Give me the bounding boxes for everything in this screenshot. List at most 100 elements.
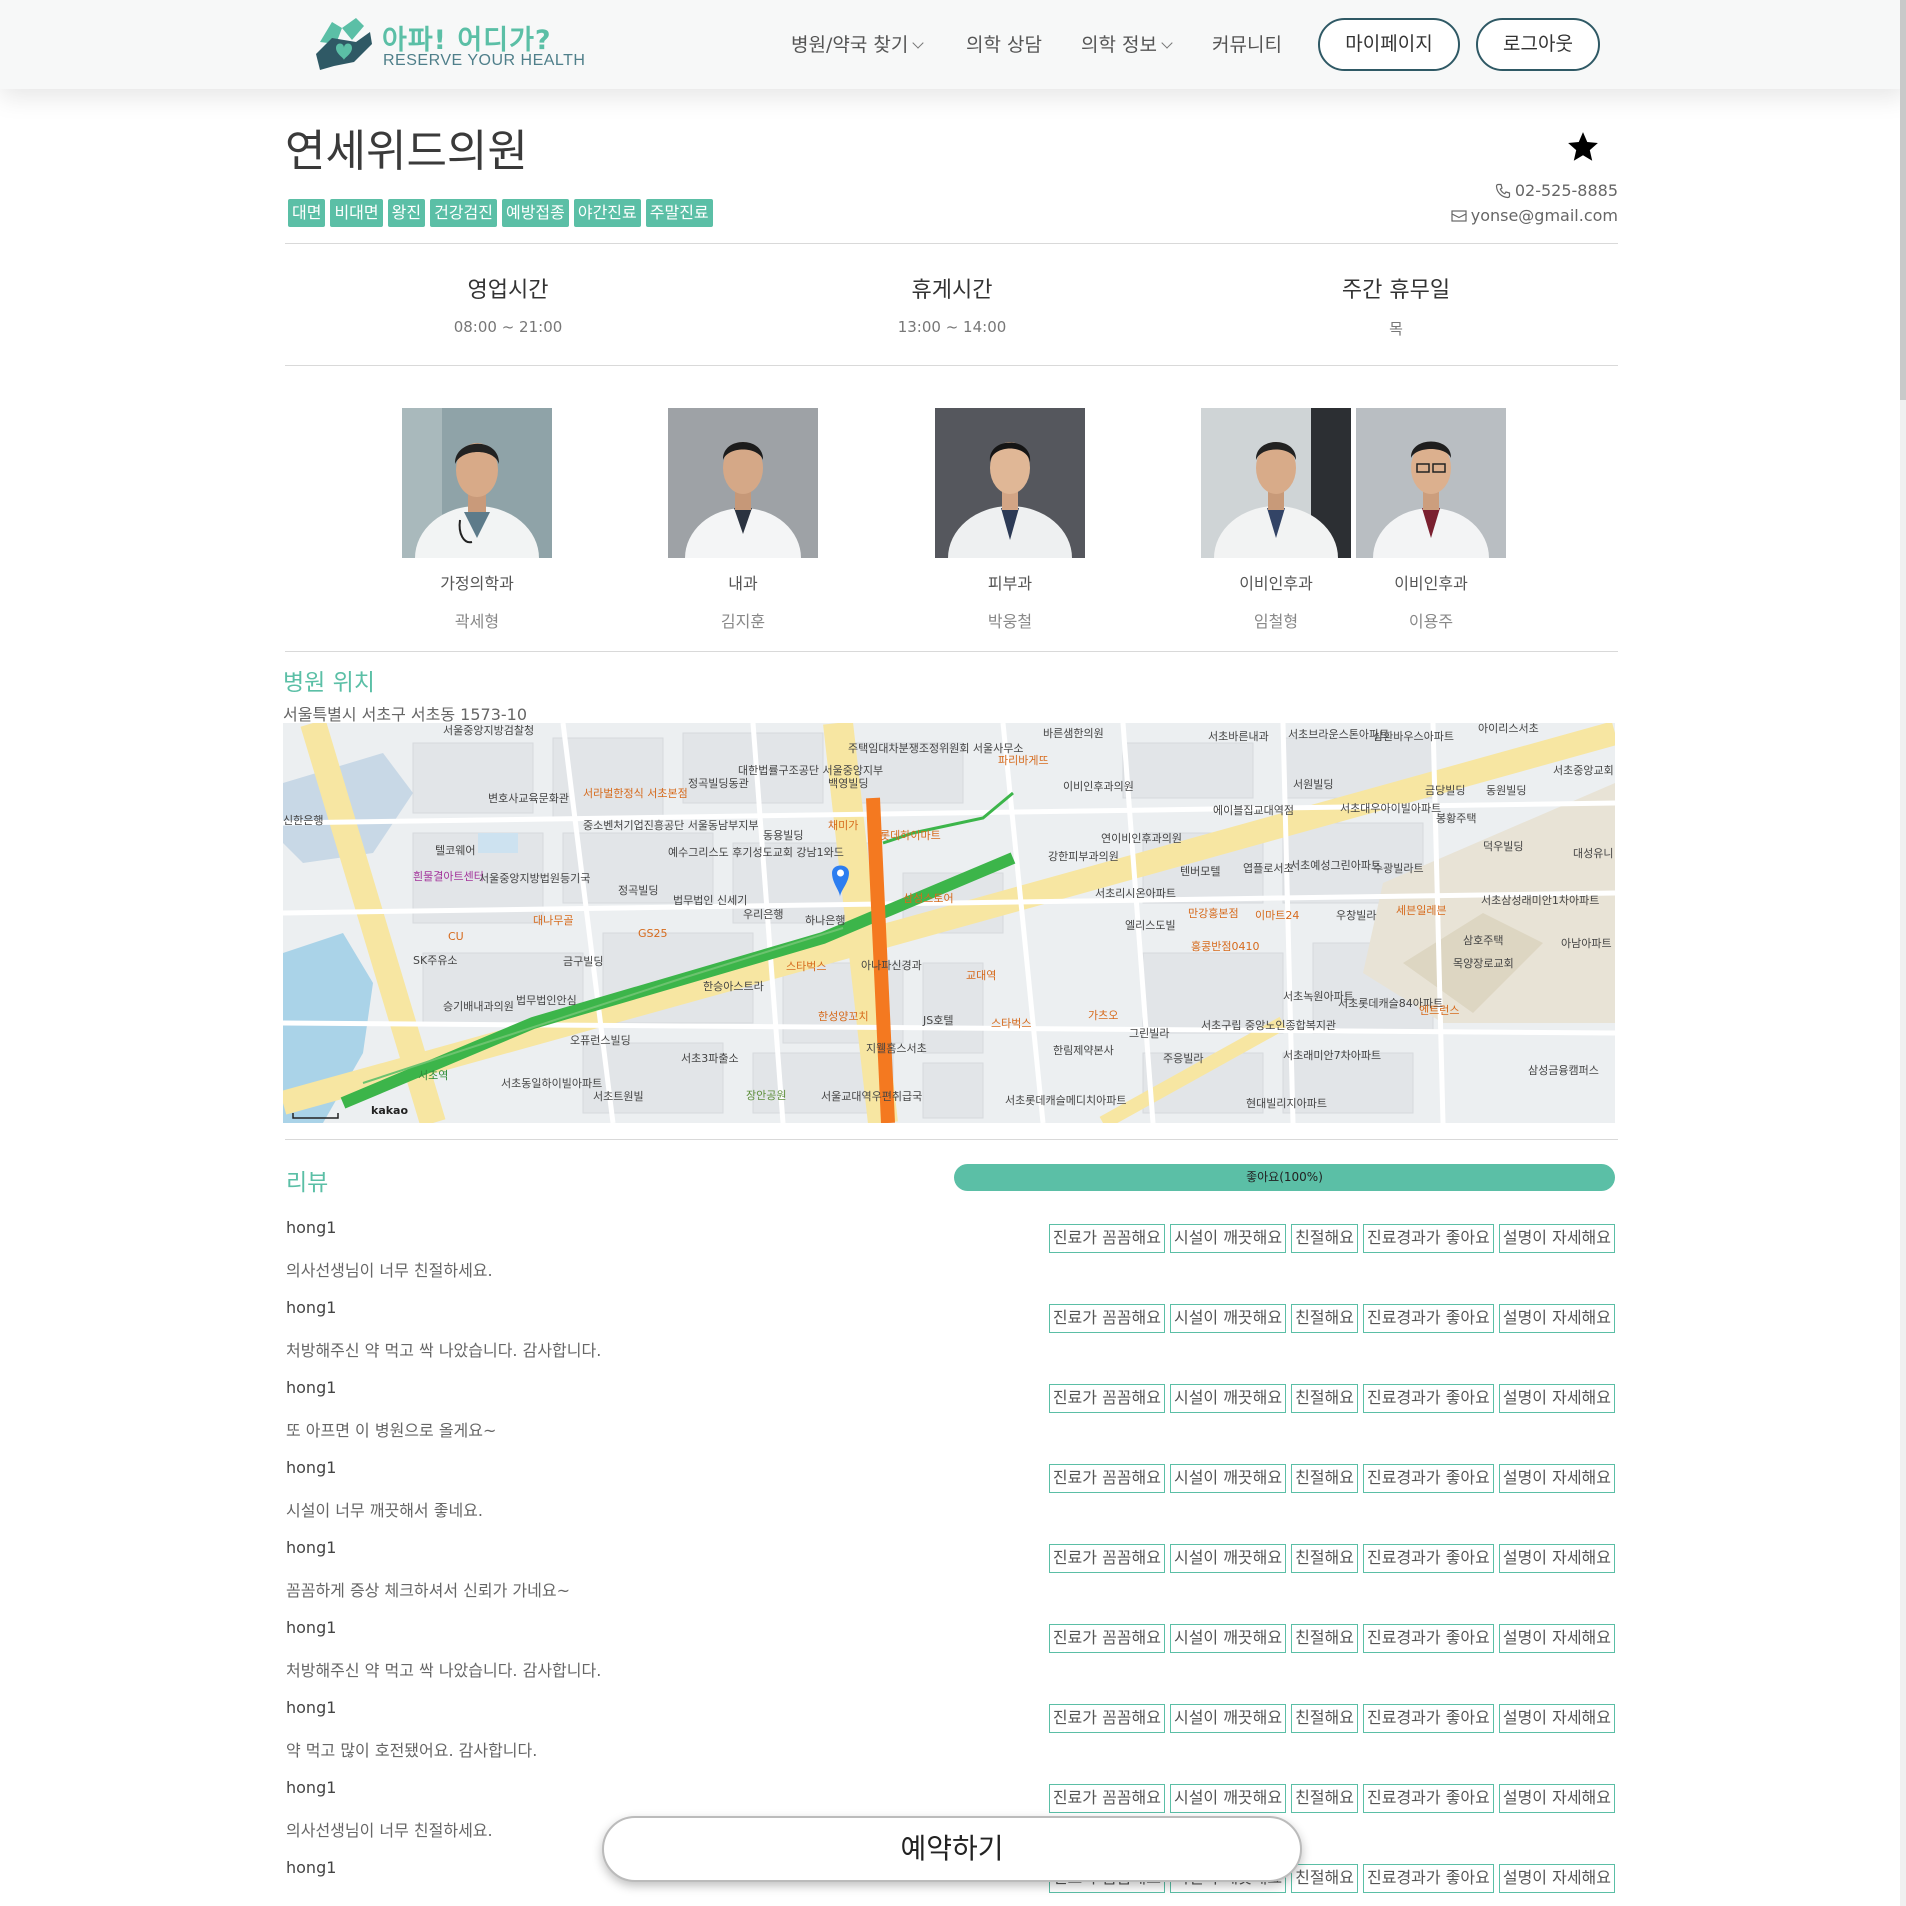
map-poi-label: 서울중앙지방법원등기국 [479,872,591,885]
map-poi-label: 금당빌딩 [1425,784,1466,797]
review-text: 꼼꼼하게 증상 체크하셔서 신뢰가 가네요~ [286,1581,570,1600]
doctor-name: 이용주 [1408,612,1454,631]
map-poi-label: 아남아파트 [1561,937,1612,950]
map-poi-label: 덕우빌딩 [1483,840,1524,853]
map-poi-label: 서초대우아이빌아파트 [1340,802,1442,815]
review-keyword-chip: 설명이 자세해요 [1498,1704,1615,1733]
site-logo[interactable]: 아파! 어디가? RESERVE YOUR HEALTH [312,14,585,76]
review-keyword-chip: 진료경과가 좋아요 [1363,1384,1494,1413]
map-poi-label: 백영빌딩 [828,777,869,790]
map-poi-label: 서초역 [418,1069,449,1082]
divider [285,365,1618,366]
map-poi-label: 한성양꼬치 [818,1010,869,1023]
doctor-card[interactable]: 이비인후과 임철형 [1201,408,1351,632]
review-keyword-chip: 진료가 꼼꼼해요 [1048,1544,1165,1573]
map-poi-label: 채미가 [828,819,859,832]
map-poi-label: 삼호주택 [1463,934,1504,947]
map-poi-label: 서초구립 중앙노인종합복지관 [1201,1019,1337,1032]
chevron-down-icon [1161,37,1173,49]
map-poi-label: 서초3파출소 [681,1052,739,1065]
nav-find-hospital[interactable]: 병원/약국 찾기 [791,30,924,57]
tag-vaccination: 예방접종 [501,199,569,227]
scrollbar-track[interactable] [1900,0,1906,1906]
star-icon[interactable] [1566,130,1600,164]
tag-checkup: 건강검진 [430,199,497,227]
review-keyword-chip: 친절해요 [1291,1864,1358,1893]
map-poi-label: 삼성스토어 [903,892,954,905]
review-keyword-chip: 시설이 깨끗해요 [1169,1624,1287,1653]
tag-night-care: 야간진료 [573,199,641,227]
map-poi-label: 우리은행 [743,908,784,921]
doctor-card[interactable]: 가정의학과 곽세형 [402,408,552,632]
review-keyword-chip: 설명이 자세해요 [1498,1384,1615,1413]
review-keyword-chip: 설명이 자세해요 [1498,1464,1615,1493]
review-keyword-chip: 친절해요 [1291,1224,1358,1253]
location-title: 병원 위치 [283,670,375,696]
map-poi-label: GS25 [638,927,668,940]
map-poi-label: 신한은행 [283,814,324,827]
review-text: 또 아프면 이 병원으로 올게요~ [286,1421,497,1440]
map-poi-label: 서초동일하이빌아파트 [501,1077,603,1090]
map-poi-label: 가츠오 [1088,1009,1119,1022]
scrollbar-thumb[interactable] [1900,0,1906,400]
review-keyword-chip: 시설이 깨끗해요 [1169,1384,1287,1413]
location-map[interactable]: 서울중앙지방검찰청 변호사교육문화관 서라벌한정식 서초본점 중소벤처기업진흥공… [283,723,1615,1123]
review-keyword-chip: 진료가 꼼꼼해요 [1048,1624,1165,1653]
map-poi-label: 롯데하이마트 [880,829,941,842]
review-keyword-chip: 시설이 깨끗해요 [1169,1544,1287,1573]
doctor-name: 박웅철 [987,612,1033,631]
reserve-button[interactable]: 예약하기 [602,1816,1302,1882]
doctor-card[interactable]: 내과 김지훈 [668,408,818,632]
review-user: hong1 [286,1458,337,1477]
review-keyword-chip: 진료경과가 좋아요 [1363,1304,1494,1333]
review-keyword-chip: 친절해요 [1291,1464,1358,1493]
tag-in-person: 대면 [288,199,326,227]
mypage-button[interactable]: 마이페이지 [1318,18,1460,71]
map-poi-label: 서라벌한정식 서초본점 [583,787,688,800]
break-time-title: 휴게시간 [911,278,993,303]
review-keyword-chip: 설명이 자세해요 [1498,1784,1615,1813]
nav-medical-consult[interactable]: 의학 상담 [966,30,1042,57]
map-poi-label: 그린빌라 [1129,1027,1170,1040]
map-poi-label: 동원빌딩 [1486,784,1527,797]
review-keyword-chips: 진료가 꼼꼼해요시설이 깨끗해요친절해요진료경과가 좋아요설명이 자세해요 [1048,1784,1615,1813]
review-user: hong1 [286,1218,337,1237]
review-user: hong1 [286,1618,337,1637]
map-poi-label: 주응빌라 [1163,1052,1204,1065]
map-poi-label: 서초삼성래미안1차아파트 [1481,894,1600,907]
divider [285,651,1618,652]
review-keyword-chip: 설명이 자세해요 [1498,1304,1615,1333]
nav-community[interactable]: 커뮤니티 [1212,30,1282,57]
logout-button[interactable]: 로그아웃 [1476,18,1600,71]
map-poi-label: 현대빌리지아파트 [1246,1097,1327,1110]
review-keyword-chip: 설명이 자세해요 [1498,1864,1615,1893]
review-keyword-chip: 시설이 깨끗해요 [1169,1464,1287,1493]
map-poi-label: 서울중앙지방검찰청 [443,724,535,737]
review-keyword-chip: 시설이 깨끗해요 [1169,1784,1287,1813]
review-keyword-chips: 진료가 꼼꼼해요시설이 깨끗해요친절해요진료경과가 좋아요설명이 자세해요 [1048,1704,1615,1733]
nav-find-hospital-label: 병원/약국 찾기 [791,34,909,56]
nav-medical-info[interactable]: 의학 정보 [1081,30,1173,57]
map-poi-label: 수광빌라트 [1373,862,1424,875]
map-poi-label: 목양장로교회 [1453,957,1514,970]
map-poi-label: 금구빌딩 [563,955,604,968]
doctor-card[interactable]: 이비인후과 이용주 [1356,408,1506,632]
review-keyword-chip: 시설이 깨끗해요 [1169,1224,1287,1253]
map-poi-label: 법무법인안심 [516,994,577,1007]
logo-hands-icon [316,18,372,70]
doctor-card[interactable]: 피부과 박웅철 [935,408,1085,632]
doctor-name: 임철형 [1253,612,1299,631]
map-poi-label: 에이블집교대역점 [1213,804,1294,817]
business-hours-value: 08:00 ~ 21:00 [453,318,563,336]
doctor-department: 내과 [728,574,758,593]
kakao-map-logo: kakao [371,1104,409,1117]
doctor-photo [668,408,818,558]
review-keyword-chip: 진료경과가 좋아요 [1363,1624,1494,1653]
map-poi-label: 서초중앙교회 [1553,764,1614,777]
review-keyword-chip: 시설이 깨끗해요 [1169,1304,1287,1333]
map-poi-label: 동용빌딩 [763,829,804,842]
business-hours: 영업시간 08:00 ~ 21:00 [308,272,708,336]
weekly-closed-day-value: 목 [1389,320,1403,338]
break-time: 휴게시간 13:00 ~ 14:00 [752,272,1152,336]
hospital-address: 서울특별시 서초구 서초동 1573-10 [283,705,528,724]
